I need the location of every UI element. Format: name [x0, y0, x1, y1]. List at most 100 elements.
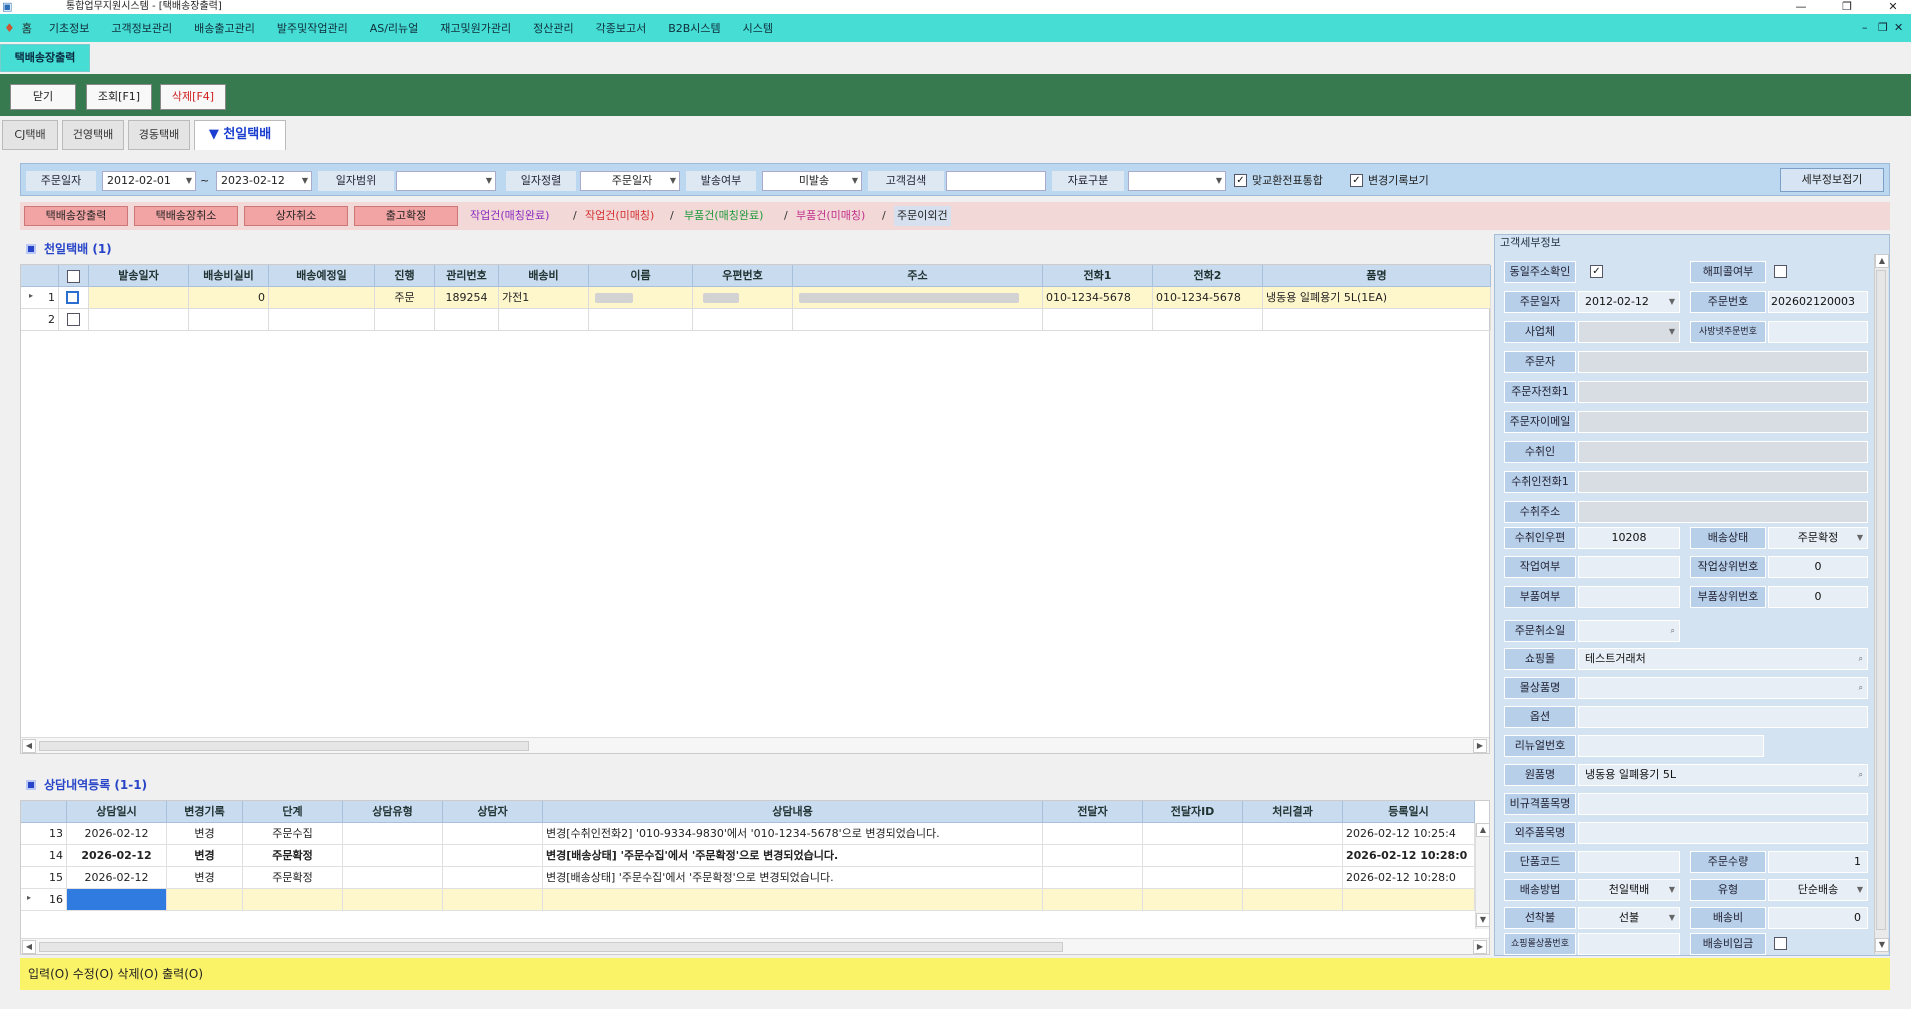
date-range-select[interactable]: ▼: [396, 171, 496, 191]
cell-agent[interactable]: [443, 867, 543, 889]
tab-chunil[interactable]: ▼ 천일택배: [194, 120, 286, 150]
select-all-checkbox[interactable]: [67, 269, 80, 283]
prepay-select[interactable]: 선불 ▼: [1578, 907, 1680, 929]
cell-result[interactable]: [1243, 823, 1343, 845]
col-header[interactable]: 관리번호: [435, 265, 499, 287]
row-checkbox[interactable]: [59, 287, 89, 309]
cell-stage[interactable]: 주문확정: [243, 867, 343, 889]
cell-forwarder[interactable]: [1043, 823, 1143, 845]
ship-method-select[interactable]: 천일택배 ▼: [1578, 879, 1680, 901]
cell-forwarder-id[interactable]: [1143, 823, 1243, 845]
link-part-unmatched[interactable]: 부품건(미매칭): [796, 206, 865, 226]
col-header[interactable]: 발송일자: [89, 265, 189, 287]
cell-agent[interactable]: [443, 889, 543, 911]
cell-send-date[interactable]: [89, 287, 189, 309]
date-to-picker[interactable]: 2023-02-12 ▼: [216, 171, 312, 191]
outsourced-field[interactable]: [1578, 822, 1868, 844]
scroll-thumb[interactable]: [39, 942, 1063, 952]
cell-content[interactable]: 변경[배송상태] '주문수집'에서 '주문확정'으로 변경되었습니다.: [543, 867, 1043, 889]
cell-date[interactable]: 2026-02-12: [67, 845, 167, 867]
scroll-thumb[interactable]: [39, 741, 529, 751]
cell-forwarder-id[interactable]: [1143, 845, 1243, 867]
horizontal-scrollbar[interactable]: ◀ ▶: [21, 938, 1489, 954]
search-button[interactable]: 조회[F1]: [86, 84, 152, 110]
panel-vertical-scrollbar[interactable]: ▲ ▼: [1874, 254, 1889, 954]
col-header[interactable]: 진행: [375, 265, 435, 287]
exchange-checkbox[interactable]: ✓: [1234, 174, 1247, 187]
cell-reg-date[interactable]: 2026-02-12 10:28:0: [1343, 845, 1475, 867]
receiver-tel-field[interactable]: [1578, 471, 1868, 493]
cell-stage[interactable]: 주문수집: [243, 823, 343, 845]
col-header[interactable]: 품명: [1263, 265, 1491, 287]
consult-group-header[interactable]: 상담내역등록 (1-1): [20, 774, 1490, 796]
shipment-group-header[interactable]: 천일택배 (1): [20, 238, 1490, 260]
mdi-close-icon[interactable]: ✕: [1894, 14, 1903, 42]
menu-item[interactable]: 각종보고서: [585, 20, 658, 36]
happycall-checkbox[interactable]: [1774, 265, 1787, 278]
col-header[interactable]: 이름: [589, 265, 693, 287]
col-header[interactable]: 단계: [243, 801, 343, 823]
tab-cj[interactable]: CJ택배: [2, 120, 58, 150]
order-cancel-field[interactable]: ⌕: [1578, 620, 1680, 642]
restore-icon[interactable]: ❐: [1836, 0, 1858, 14]
ship-fee-field[interactable]: 0: [1768, 907, 1868, 929]
type-select[interactable]: 단순배송 ▼: [1768, 879, 1868, 901]
row-checkbox[interactable]: [59, 309, 89, 331]
order-no-field[interactable]: 202602120003: [1768, 291, 1868, 313]
cell-forwarder[interactable]: [1043, 845, 1143, 867]
cell-reg-date[interactable]: [1343, 889, 1475, 911]
receiver-addr-field[interactable]: [1578, 501, 1868, 523]
cell-name[interactable]: [589, 287, 693, 309]
cancel-invoice-button[interactable]: 택배송장취소: [134, 206, 238, 226]
scroll-down-icon[interactable]: ▼: [1875, 938, 1889, 952]
menu-item[interactable]: B2B시스템: [657, 20, 731, 36]
delete-button[interactable]: 삭제[F4]: [160, 84, 226, 110]
close-icon[interactable]: ✕: [1882, 0, 1904, 14]
date-sort-select[interactable]: 주문일자 ▼: [580, 171, 680, 191]
row-checkbox-box[interactable]: [67, 313, 80, 326]
cell-fee[interactable]: 가전1: [499, 287, 589, 309]
cell-content[interactable]: 변경[수취인전화2] '010-9334-9830'에서 '010-1234-5…: [543, 823, 1043, 845]
scroll-up-icon[interactable]: ▲: [1476, 823, 1490, 837]
cell-change[interactable]: 변경: [167, 845, 243, 867]
original-field[interactable]: 냉동용 일폐용기 5L ⌕: [1578, 764, 1868, 786]
menu-item[interactable]: 정산관리: [522, 20, 584, 36]
ship-status-select[interactable]: 주문확정 ▼: [1768, 527, 1868, 549]
col-header[interactable]: 변경기록: [167, 801, 243, 823]
cell-change[interactable]: [167, 889, 243, 911]
work-parent-field[interactable]: 0: [1768, 556, 1868, 578]
menu-item[interactable]: 발주및작업관리: [266, 20, 359, 36]
cell-result[interactable]: [1243, 867, 1343, 889]
cell-type[interactable]: [343, 845, 443, 867]
cell-actual-fee[interactable]: [189, 309, 269, 331]
orderer-tel-field[interactable]: [1578, 381, 1868, 403]
cell-forwarder-id[interactable]: [1143, 889, 1243, 911]
scroll-up-icon[interactable]: ▲: [1875, 254, 1889, 268]
col-header[interactable]: 전화1: [1043, 265, 1153, 287]
scroll-down-icon[interactable]: ▼: [1476, 913, 1490, 927]
col-header[interactable]: 상담자: [443, 801, 543, 823]
cell-fee[interactable]: [499, 309, 589, 331]
option-field[interactable]: [1578, 706, 1868, 728]
select-all-header[interactable]: [59, 265, 89, 287]
receiver-zip-field[interactable]: 10208: [1578, 527, 1680, 549]
cell-tel2[interactable]: [1153, 309, 1263, 331]
link-work-unmatched[interactable]: 작업건(미매칭): [585, 206, 654, 226]
cell-actual-fee[interactable]: 0: [189, 287, 269, 309]
collapse-detail-button[interactable]: 세부정보접기: [1780, 168, 1884, 192]
same-address-checkbox[interactable]: ✓: [1590, 265, 1603, 278]
cell-forwarder[interactable]: [1043, 889, 1143, 911]
col-header[interactable]: 배송비: [499, 265, 589, 287]
col-header[interactable]: 주소: [793, 265, 1043, 287]
col-header[interactable]: 등록일시: [1343, 801, 1475, 823]
menu-item[interactable]: AS/리뉴얼: [359, 20, 430, 36]
receiver-field[interactable]: [1578, 441, 1868, 463]
col-header[interactable]: 상담내용: [543, 801, 1043, 823]
cell-mgmt-no[interactable]: 189254: [435, 287, 499, 309]
cell-date[interactable]: 2026-02-12: [67, 867, 167, 889]
cell-content[interactable]: [543, 889, 1043, 911]
menu-item[interactable]: 기초정보: [38, 20, 100, 36]
shipped-select[interactable]: 미발송 ▼: [762, 171, 862, 191]
mall-field[interactable]: 테스트거래처 ⌕: [1578, 648, 1868, 670]
scroll-right-icon[interactable]: ▶: [1473, 739, 1487, 753]
